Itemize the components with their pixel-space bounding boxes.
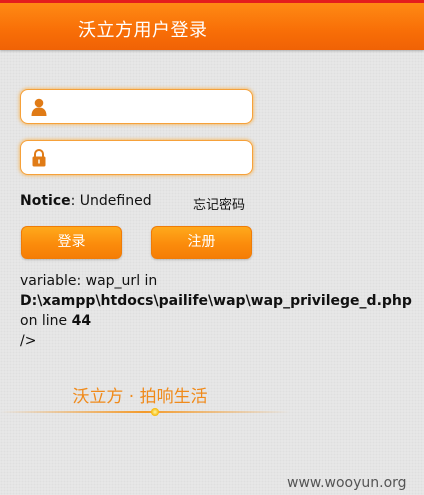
username-input[interactable]	[51, 94, 246, 119]
notice-text: : Undefined	[70, 193, 152, 209]
username-field[interactable]	[20, 89, 253, 124]
forgot-password-link[interactable]: 忘记密码	[193, 194, 245, 213]
header-bar: 沃立方用户登录	[0, 0, 424, 50]
user-icon	[30, 97, 48, 117]
register-button[interactable]: 注册	[151, 226, 252, 259]
notice-label: Notice	[20, 193, 71, 209]
lock-icon	[30, 148, 48, 168]
password-field[interactable]	[20, 140, 253, 175]
error-file-path: D:\xampp\htdocs\pailife\wap\wap_privileg…	[20, 293, 412, 309]
notice-message: Notice: Undefined	[20, 193, 152, 209]
error-path: D:\xampp\htdocs\pailife\wap\wap_privileg…	[20, 293, 412, 309]
footer-brand-logo: 沃立方 · 拍响生活	[0, 380, 290, 420]
error-closing-tag: />	[20, 333, 37, 349]
error-line-1: variable: wap_url in	[20, 273, 158, 289]
watermark: www.wooyun.org	[287, 475, 407, 491]
login-button[interactable]: 登录	[21, 226, 122, 259]
page-title: 沃立方用户登录	[78, 20, 208, 41]
error-line-number: 44	[71, 313, 92, 329]
error-line-info: on line 44	[20, 313, 91, 329]
footer-slogan: 沃立方 · 拍响生活	[72, 387, 207, 407]
password-input[interactable]	[51, 145, 246, 170]
error-on-line-text: on line	[20, 313, 72, 329]
